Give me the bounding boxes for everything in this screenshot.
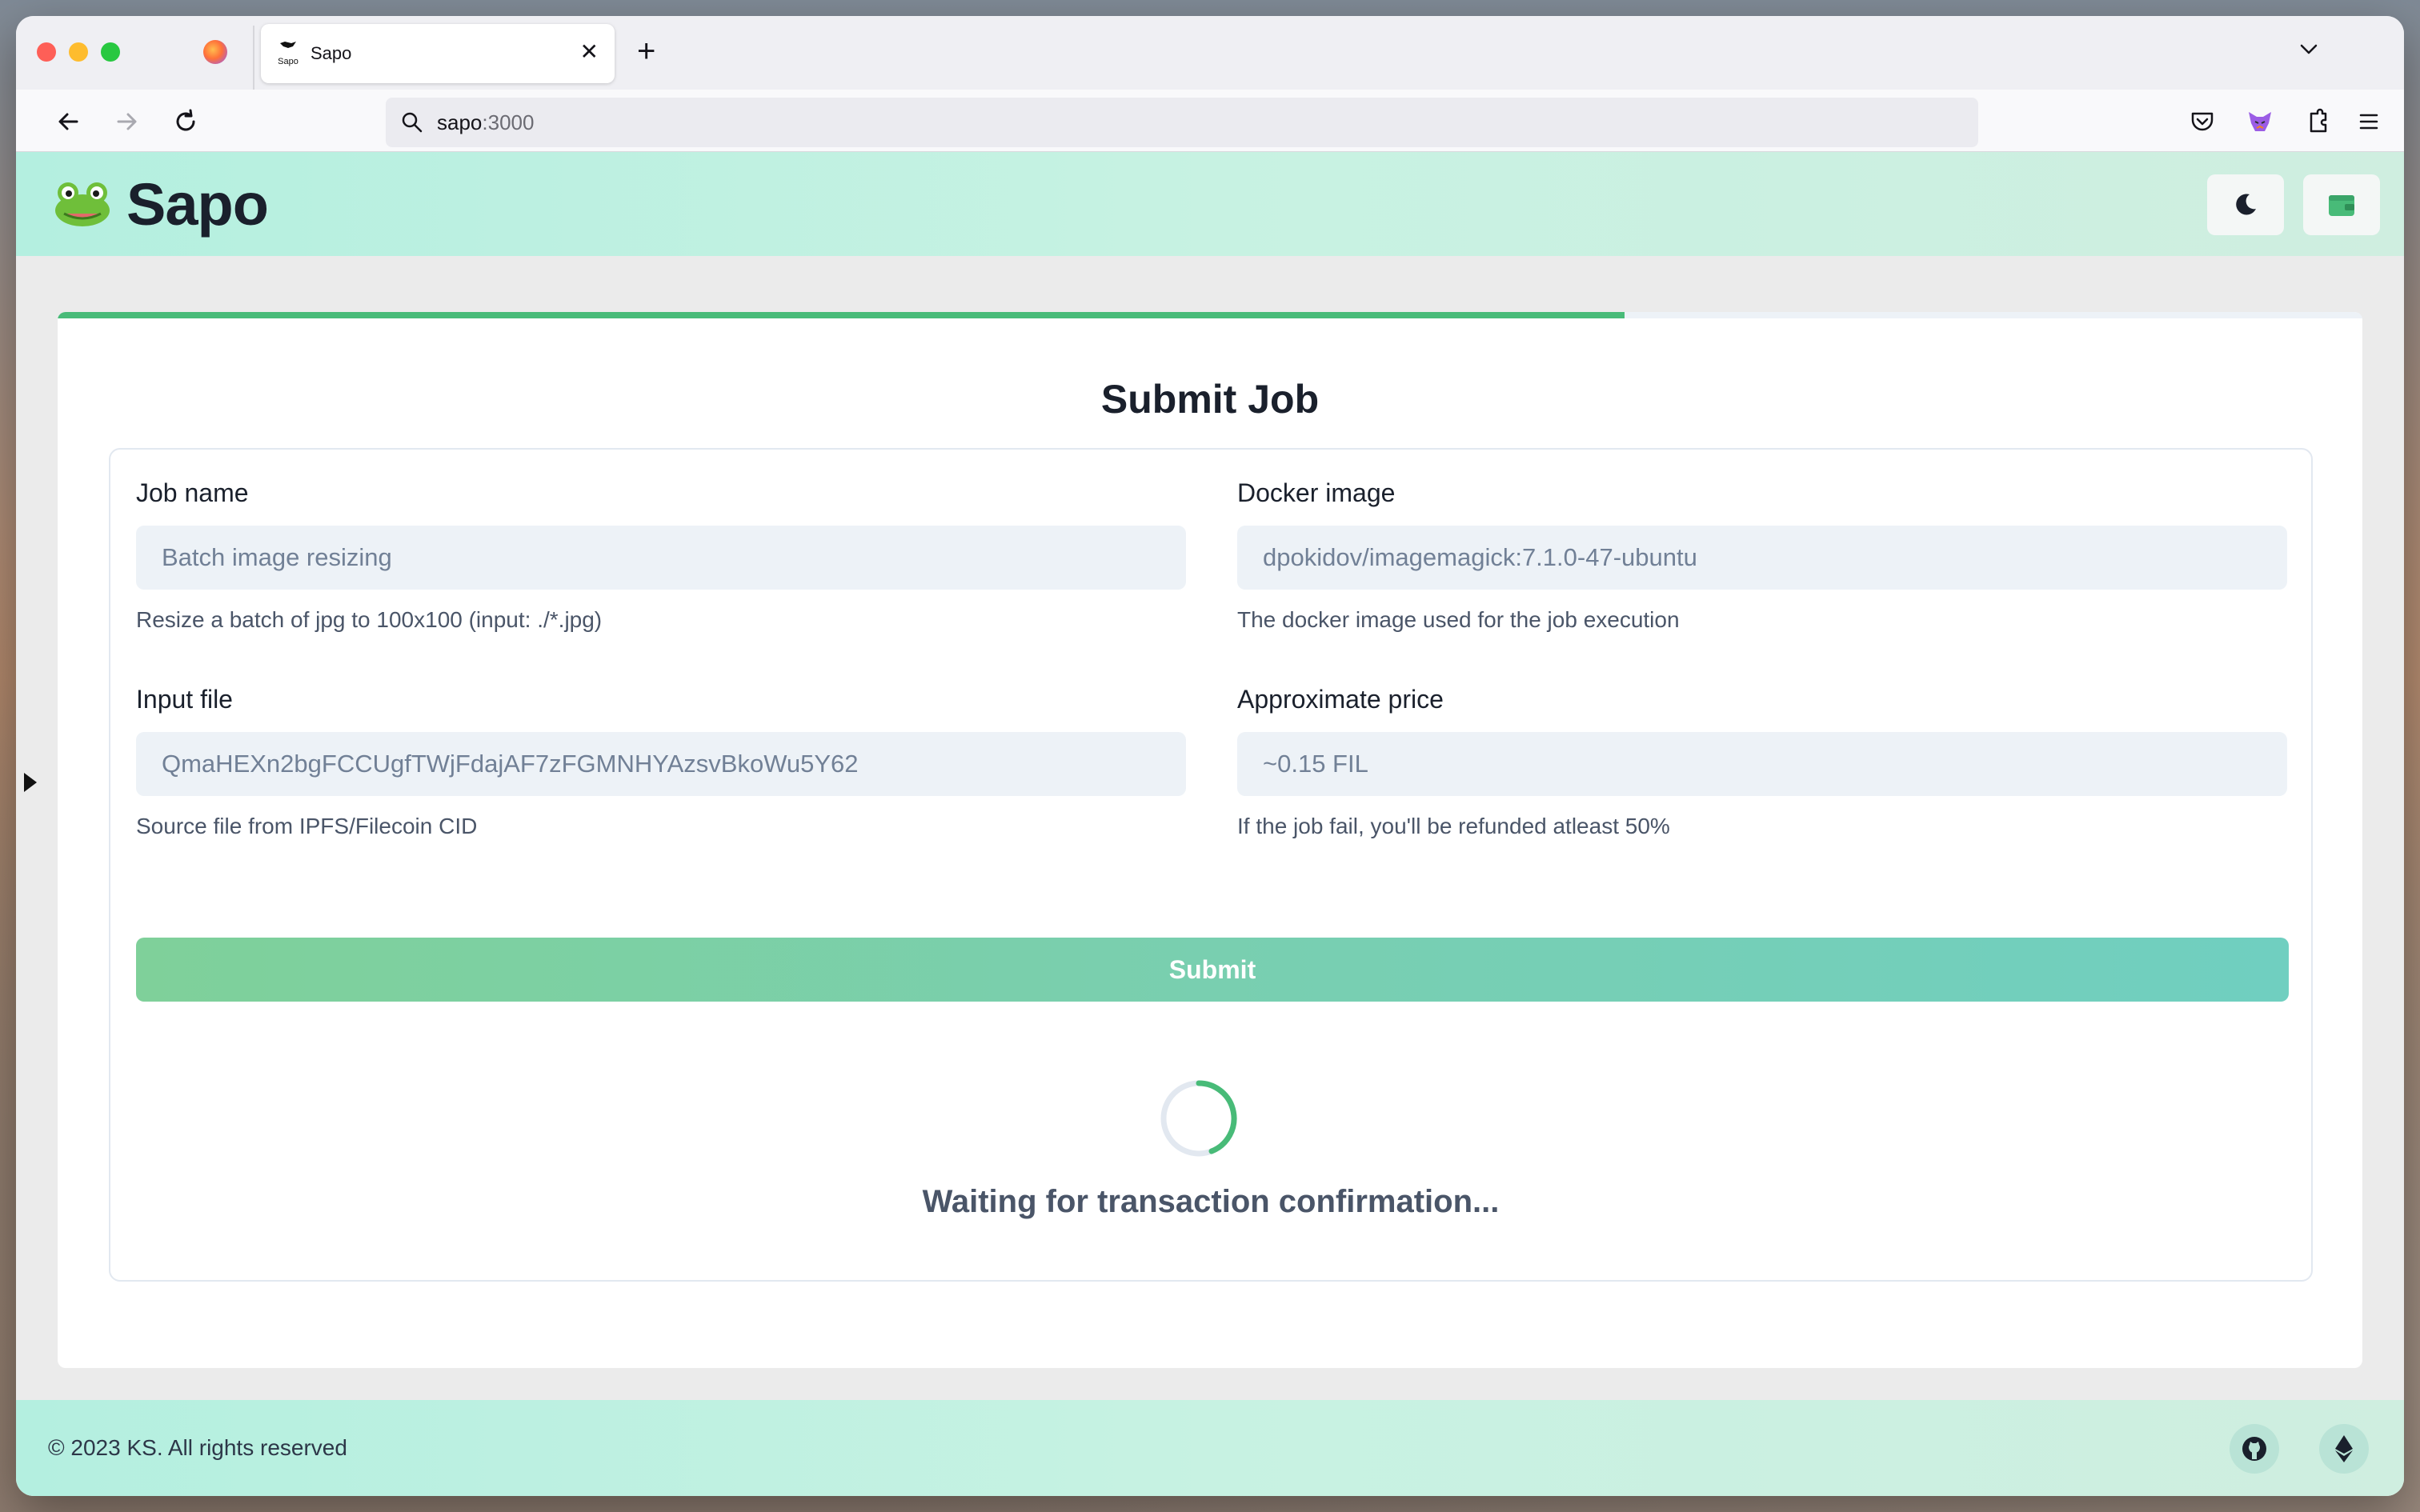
input-file-input[interactable]: QmaHEXn2bgFCCUgfTWjFdajAF7zFGMNHYAzsvBko… [136,732,1186,796]
browser-window: Sapo Sapo ✕ + sapo:3000 Sapo Submit Job … [16,16,2404,1496]
job-name-help: Resize a batch of jpg to 100x100 (input:… [136,607,603,632]
tab-title: Sapo [311,43,352,63]
app-header: Sapo [16,152,2404,256]
github-icon [2242,1437,2266,1461]
metamask-fox-icon[interactable] [2244,106,2276,138]
submit-button[interactable]: Submit [136,938,2289,1002]
sapo-favicon-icon: Sapo [274,40,302,67]
pocket-icon[interactable] [2186,106,2218,138]
frog-icon [55,182,110,226]
approx-price-input[interactable]: ~0.15 FIL [1237,732,2287,796]
extensions-puzzle-icon[interactable] [2302,106,2334,138]
github-link[interactable] [2230,1424,2279,1474]
approx-price-field: Approximate price ~0.15 FIL If the job f… [1237,685,2287,839]
wallet-icon [2329,195,2354,216]
theme-toggle-button[interactable] [2207,174,2284,235]
page-title: Submit Job [1100,377,1320,422]
sidebar-expand-icon[interactable] [24,773,37,792]
docker-image-input[interactable]: dpokidov/imagemagick:7.1.0-47-ubuntu [1237,526,2287,590]
list-all-tabs-chevron-icon[interactable] [2298,38,2319,59]
copyright-text: © 2023 KS. All rights reserved [48,1435,347,1460]
close-tab-icon[interactable]: ✕ [580,40,599,64]
wallet-button[interactable] [2303,174,2380,235]
forward-arrow-icon[interactable] [110,106,142,138]
job-name-input[interactable]: Batch image resizing [136,526,1186,590]
footer: © 2023 KS. All rights reserved [16,1400,2404,1496]
input-file-field: Input file QmaHEXn2bgFCCUgfTWjFdajAF7zFG… [136,685,1186,839]
url-text: sapo:3000 [437,110,534,135]
minimize-window-button[interactable] [69,42,88,62]
hamburger-menu-icon[interactable] [2353,106,2385,138]
input-file-help: Source file from IPFS/Filecoin CID [136,814,478,838]
url-host: sapo [437,110,483,134]
tab-sapo[interactable]: Sapo Sapo ✕ [261,24,615,83]
approx-price-help: If the job fail, you'll be refunded atle… [1237,814,1670,838]
job-name-field: Job name Batch image resizing Resize a b… [136,478,1186,633]
input-file-label: Input file [136,685,233,714]
ethereum-icon [2335,1435,2353,1462]
docker-image-help: The docker image used for the job execut… [1237,607,1680,632]
brand-name: Sapo [126,170,269,238]
status-message: Waiting for transaction confirmation... [922,1184,1500,1219]
back-arrow-icon[interactable] [53,106,85,138]
new-tab-button[interactable]: + [637,34,655,69]
reload-icon[interactable] [170,106,202,138]
docker-image-label: Docker image [1237,478,1396,507]
tab-strip: Sapo Sapo ✕ + [16,16,2404,90]
window-controls [37,42,120,62]
docker-image-field: Docker image dpokidov/imagemagick:7.1.0-… [1237,478,2287,633]
close-window-button[interactable] [37,42,56,62]
ethereum-link[interactable] [2319,1424,2369,1474]
url-bar[interactable]: sapo:3000 [386,98,1978,147]
nav-bar: sapo:3000 [16,90,2404,152]
favicon-label: Sapo [278,57,298,66]
approx-price-label: Approximate price [1237,685,1444,714]
job-form: Job name Batch image resizing Resize a b… [109,448,2313,1282]
tab-divider [253,26,254,90]
progress-bar [58,312,2362,318]
firefox-icon[interactable] [203,40,227,64]
loading-spinner-icon [1160,1080,1237,1157]
search-icon [402,112,423,133]
zoom-window-button[interactable] [101,42,120,62]
submit-job-card: Submit Job Job name Batch image resizing… [58,312,2362,1368]
brand-logo[interactable]: Sapo [53,170,269,238]
page-content: Sapo Submit Job Job name Batch image res… [16,152,2404,1496]
progress-fill [58,312,1625,318]
job-name-label: Job name [136,478,249,507]
url-port: :3000 [482,110,535,134]
moon-icon [2236,194,2256,215]
